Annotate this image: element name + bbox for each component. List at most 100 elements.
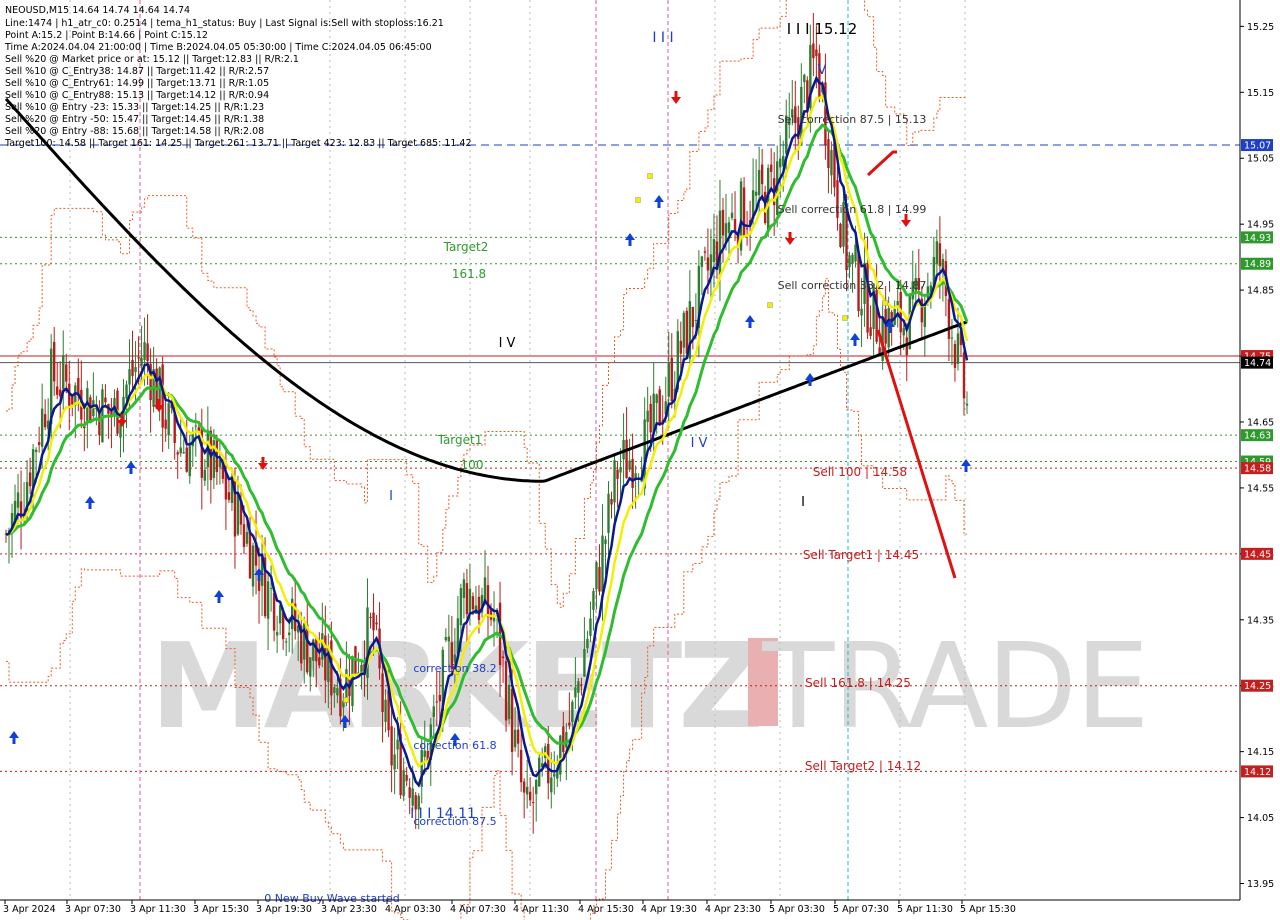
candle-body: [435, 701, 438, 703]
y-tick-label: 13.95: [1247, 879, 1274, 890]
candle-body: [631, 458, 634, 488]
candle-body: [188, 446, 191, 477]
candle-body: [742, 187, 746, 236]
candle-body: [179, 447, 182, 454]
candle-body: [604, 539, 607, 545]
candle-body: [682, 312, 686, 348]
buy-arrow-icon: [126, 461, 136, 474]
candle-body: [658, 389, 661, 426]
candle-body: [269, 587, 273, 589]
candle-body: [128, 369, 131, 385]
candle-body: [586, 638, 589, 649]
candle-body: [562, 726, 565, 753]
price-tag-label: 14.74: [1244, 358, 1271, 369]
candle-body: [528, 791, 532, 801]
candle-body: [754, 191, 758, 196]
info-line: Sell %20 @ Entry -50: 15.47 || Target:14…: [5, 114, 264, 125]
info-line: Sell %10 @ C_Entry38: 14.87 || Target:11…: [5, 66, 269, 77]
x-tick-label: 4 Apr 19:30: [641, 904, 697, 915]
candle-body: [531, 802, 535, 804]
candle-body: [28, 472, 32, 487]
candle-body: [167, 403, 170, 436]
trend-line-red: [876, 329, 957, 579]
candle-body: [760, 164, 764, 185]
candle-body: [266, 581, 270, 619]
buy-arrow-icon: [745, 315, 755, 328]
candle-body: [721, 209, 725, 236]
candle-body: [396, 739, 399, 750]
price-tag-label: 14.58: [1244, 464, 1271, 475]
candle-body: [104, 397, 107, 403]
candle-body: [839, 223, 842, 248]
info-line: Target100: 14.58 || Target 161: 14.25 ||…: [4, 138, 472, 149]
buy-arrow-icon: [85, 496, 95, 509]
candle-body: [646, 410, 649, 423]
x-tick-label: 3 Apr 07:30: [65, 904, 121, 915]
candle-body: [547, 743, 550, 784]
candle-body: [459, 588, 463, 626]
price-tag-label: 14.12: [1244, 767, 1271, 778]
candle-body: [571, 701, 574, 723]
buy-arrow-icon: [625, 233, 635, 246]
chart-annotation: 161.8: [452, 267, 486, 281]
candle-body: [601, 535, 604, 592]
trend-line-red: [866, 150, 897, 177]
candle-body: [730, 212, 734, 219]
candle-body: [947, 299, 951, 339]
chart-annotation: Sell 100 | 14.58: [813, 465, 907, 479]
candle-body: [272, 592, 276, 631]
candle-body: [504, 661, 508, 721]
chart-annotation: Sell correction 61.8 | 14.99: [778, 203, 927, 216]
info-line: Line:1474 | h1_atr_c0: 0.2514 | tema_h1_…: [5, 18, 444, 29]
sell-arrow-icon: [671, 91, 681, 104]
candle-body: [953, 344, 957, 368]
x-tick-label: 3 Apr 15:30: [193, 904, 249, 915]
candle-body: [372, 612, 375, 631]
candle-body: [769, 164, 773, 172]
candle-body: [468, 588, 472, 614]
candle-body: [411, 788, 414, 806]
candle-body: [815, 49, 818, 57]
candle-body: [444, 636, 448, 641]
candle-body: [598, 567, 601, 592]
info-line: Sell %10 @ Entry -23: 15.33 || Target:14…: [5, 102, 264, 113]
candle-body: [477, 596, 481, 621]
chart-annotation: Sell correction 87.5 | 15.13: [778, 113, 927, 126]
candle-body: [242, 524, 246, 547]
candle-body: [703, 251, 707, 253]
candle-body: [712, 239, 716, 263]
candle-body: [685, 310, 689, 354]
price-tag-label: 14.45: [1244, 549, 1271, 560]
candle-body: [381, 673, 384, 713]
buy-arrow-icon: [9, 731, 19, 744]
y-tick-label: 14.15: [1247, 747, 1274, 758]
candle-body: [550, 777, 553, 793]
candle-body: [143, 342, 146, 360]
candle-body: [245, 532, 249, 544]
chart-annotation: correction 38.2: [413, 662, 496, 675]
candle-body: [318, 657, 321, 666]
signal-dot: [343, 697, 349, 703]
candle-body: [164, 419, 167, 429]
candle-body: [848, 255, 851, 268]
chart-annotation: correction 61.8: [413, 739, 496, 752]
candle-body: [333, 687, 336, 693]
candle-body: [125, 384, 128, 399]
price-tag-label: 14.63: [1244, 431, 1271, 442]
price-chart: MARKETZTRADE I I I I I I 15.12 V Sell corre…: [0, 0, 1280, 920]
candle-body: [432, 706, 435, 717]
candle-body: [40, 408, 44, 447]
candle-body: [694, 320, 698, 322]
candle-body: [71, 396, 74, 405]
candle-body: [134, 367, 137, 373]
x-tick-label: 4 Apr 15:30: [578, 904, 634, 915]
candle-body: [182, 452, 185, 454]
candle-body: [375, 622, 378, 625]
signal-dot: [842, 315, 848, 321]
signal-dot: [647, 173, 653, 179]
x-tick-label: 4 Apr 11:30: [513, 904, 569, 915]
candle-body: [568, 722, 571, 726]
candle-body: [248, 532, 252, 579]
x-tick-label: 5 Apr 03:30: [769, 904, 825, 915]
candle-body: [501, 656, 505, 659]
